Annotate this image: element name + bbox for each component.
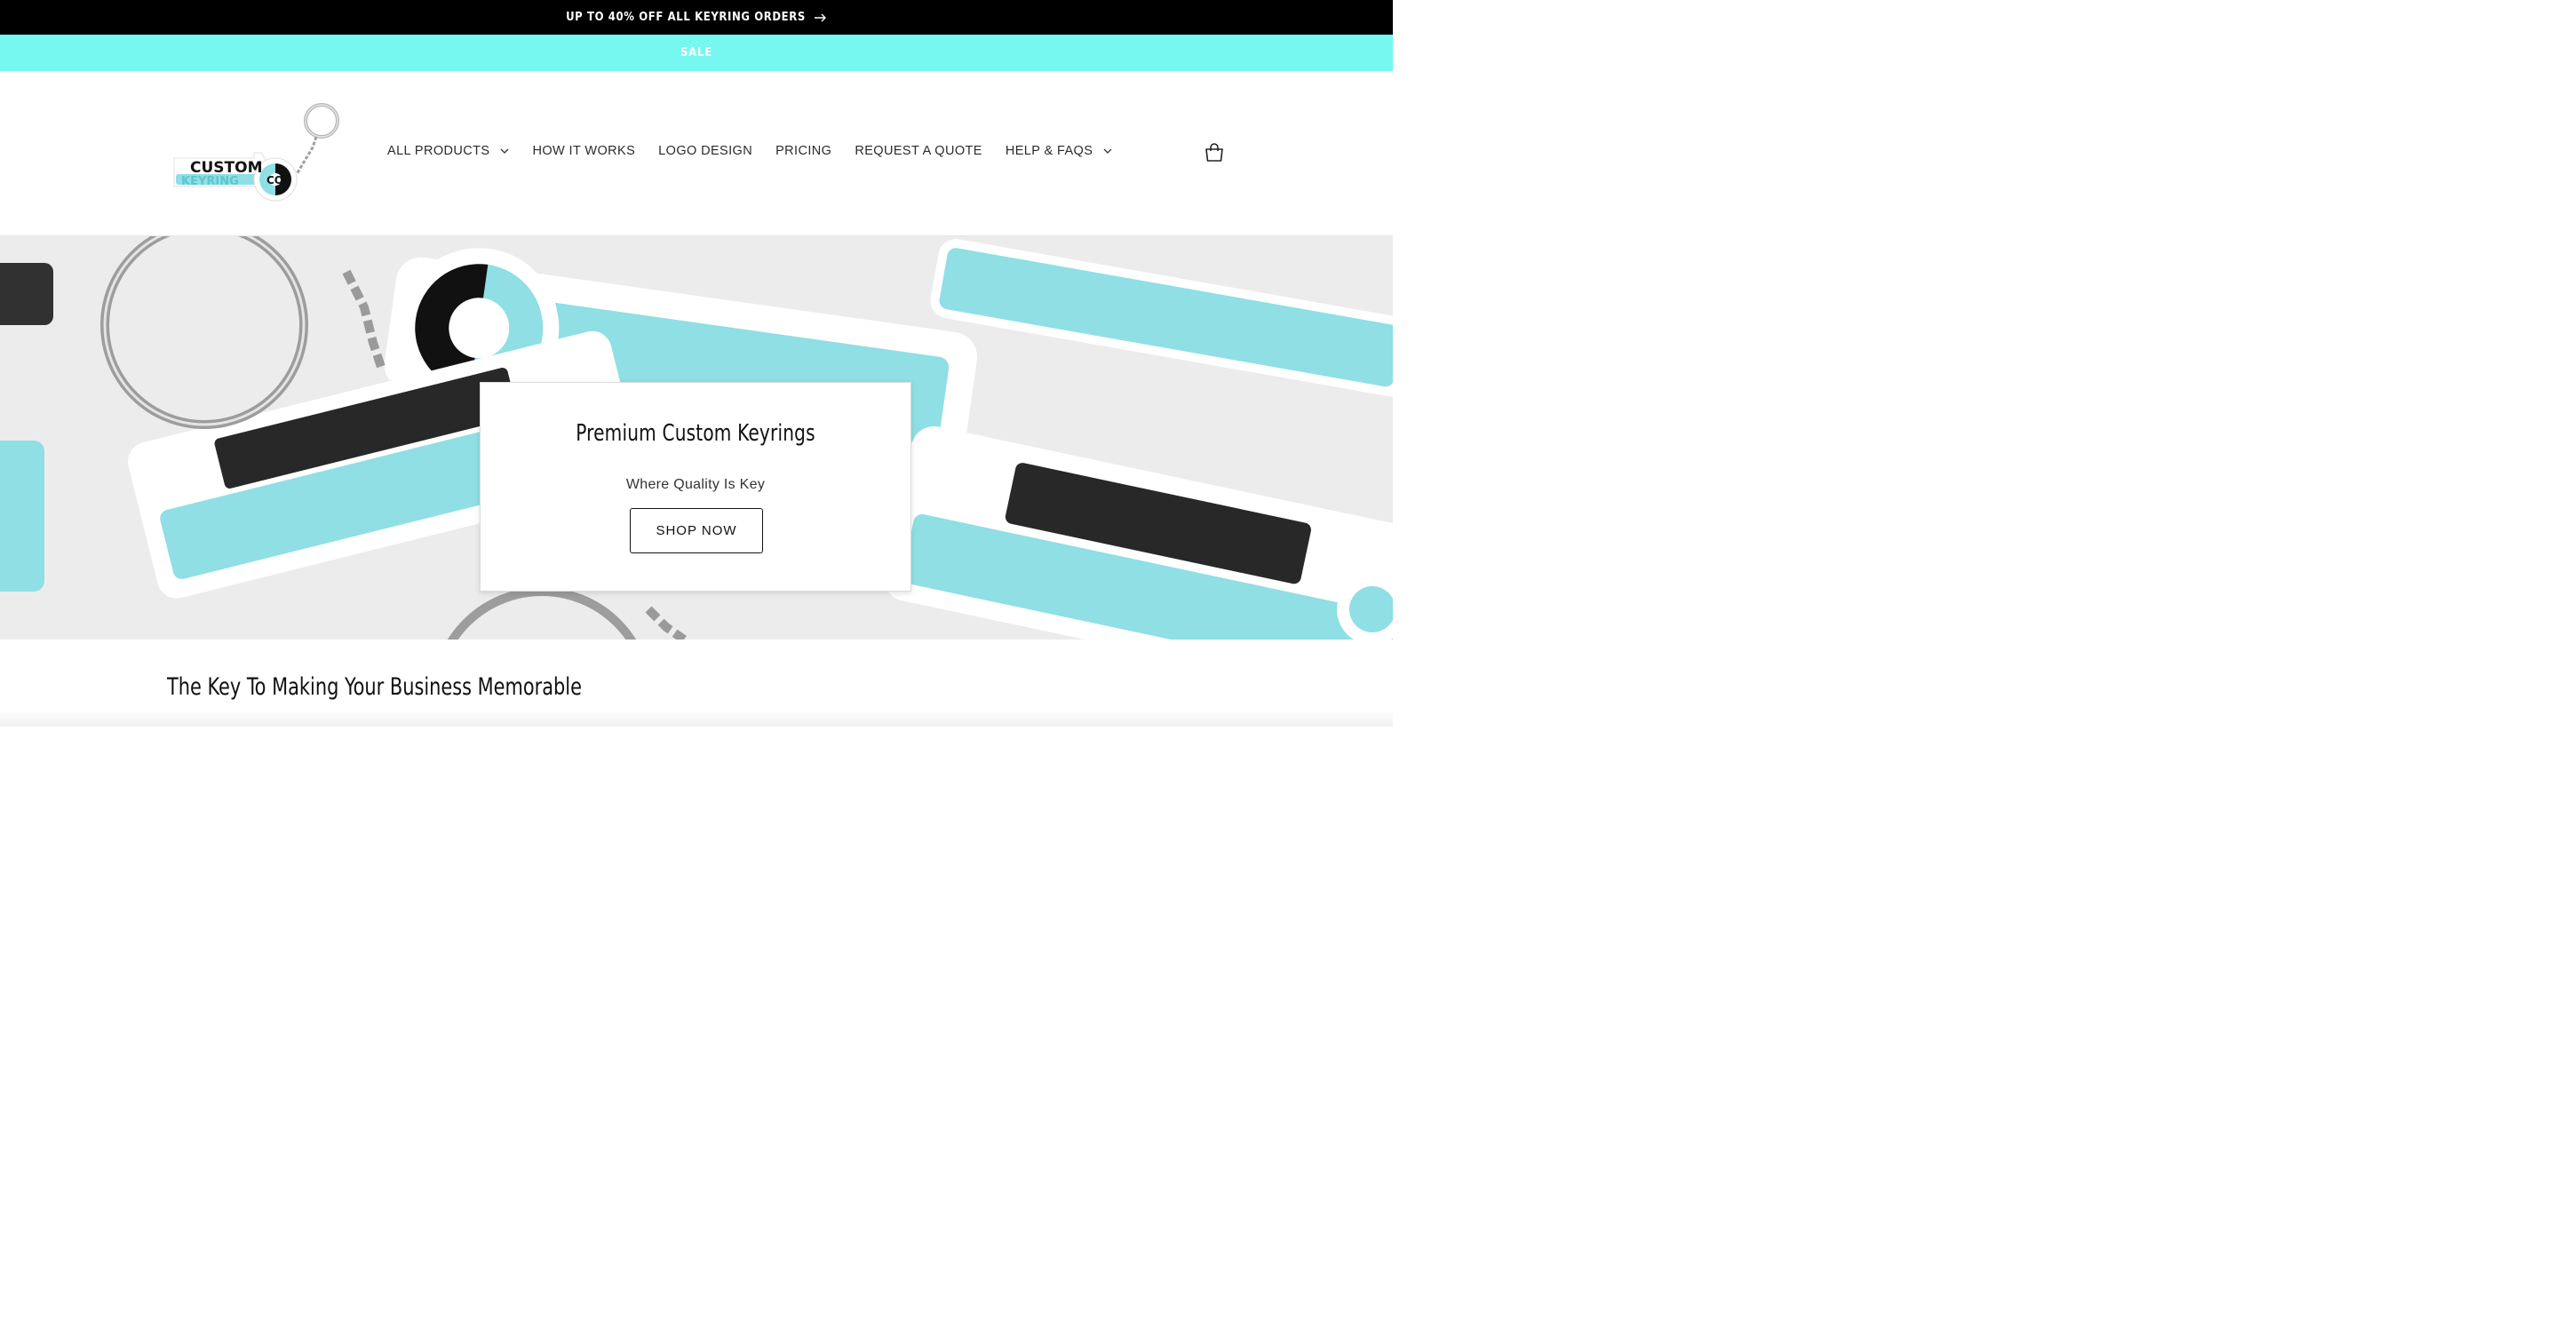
nav-label: HOW IT WORKS — [532, 144, 636, 158]
arrow-right-icon — [814, 13, 826, 21]
cart-icon[interactable] — [1204, 142, 1225, 163]
section-heading: The Key To Making Your Business Memorabl… — [167, 673, 582, 701]
chevron-down-icon — [501, 148, 509, 154]
nav-label: HELP & FAQS — [1005, 144, 1093, 158]
nav-label: LOGO DESIGN — [658, 144, 753, 158]
nav-item-pricing[interactable]: PRICING — [775, 144, 831, 158]
brand-logo[interactable]: CUSTOM KEYRING CO — [169, 99, 351, 211]
nav-item-help-faqs[interactable]: HELP & FAQS — [1006, 144, 1112, 158]
main-nav: ALL PRODUCTS HOW IT WORKS LOGO DESIGN PR… — [387, 144, 1112, 158]
sale-text[interactable]: SALE — [680, 46, 712, 60]
logo-text-custom: CUSTOM — [190, 159, 263, 177]
shop-now-button[interactable]: SHOP NOW — [630, 508, 763, 553]
hero-subtitle: Where Quality Is Key — [625, 477, 766, 492]
nav-item-request-a-quote[interactable]: REQUEST A QUOTE — [855, 144, 982, 158]
nav-item-logo-design[interactable]: LOGO DESIGN — [658, 144, 752, 158]
hero-title: Premium Custom Keyrings — [576, 420, 815, 447]
nav-item-how-it-works[interactable]: HOW IT WORKS — [532, 144, 635, 158]
nav-label: ALL PRODUCTS — [387, 144, 490, 158]
hero-content-card: Premium Custom Keyrings Where Quality Is… — [480, 382, 911, 592]
site-header: CUSTOM KEYRING CO ALL PRODUCTS HOW IT WO… — [0, 71, 1393, 236]
nav-label: PRICING — [775, 144, 832, 158]
nav-item-all-products[interactable]: ALL PRODUCTS — [387, 144, 509, 158]
logo-text-co: CO — [266, 174, 283, 187]
bottom-fade — [0, 711, 1393, 727]
announcement-text[interactable]: UP TO 40% OFF ALL KEYRING ORDERS — [566, 11, 806, 24]
logo-text-keyring: KEYRING — [181, 175, 239, 188]
nav-label: REQUEST A QUOTE — [855, 144, 982, 158]
chevron-down-icon — [1103, 148, 1112, 154]
sale-bar[interactable]: SALE — [0, 35, 1393, 71]
announcement-bar[interactable]: UP TO 40% OFF ALL KEYRING ORDERS — [0, 0, 1393, 35]
